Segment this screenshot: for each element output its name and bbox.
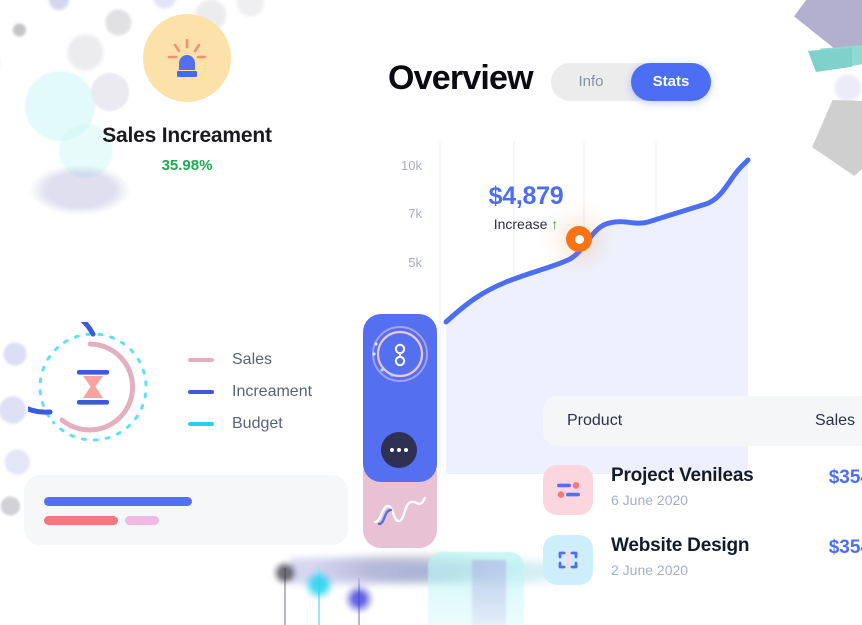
secondary-bar [44,516,118,525]
legend-item-budget: Budget [188,408,312,439]
legend-label-increament: Increament [232,382,313,400]
donut-sales-arc [59,341,136,433]
y-tick-10k: 10k [401,158,422,173]
budget-donut-chart [0,303,158,452]
legend-swatch-increament [188,389,214,394]
decor-lavender-column [472,560,506,625]
progress-bars-card [24,475,348,545]
bottom-haze [290,548,550,594]
legend-label-budget: Budget [232,414,283,432]
legend-swatch-budget [188,421,214,426]
legend-swatch-sales [188,357,214,362]
more-options-button[interactable] [381,432,417,468]
stat-card-title: Sales Increament [102,124,272,147]
dashboard-overview-screen: Sales Increament 35.98% Overview Info St… [0,0,862,625]
y-tick-7k: 7k [408,206,422,221]
paint-splatter-top-right [820,0,862,130]
chart-legend: Sales Increament Budget [188,344,312,440]
primary-bar [44,497,192,506]
legend-item-increament: Increament [188,376,312,407]
product-sales-value: $354 [828,467,862,488]
increase-arrow-icon: ↑ [551,216,559,232]
dandelion-artwork [268,556,568,625]
product-table-header: Product Sales [543,396,862,446]
view-toggle[interactable]: Info Stats [551,63,711,101]
toggle-option-info[interactable]: Info [551,63,631,101]
table-row[interactable]: Website Design 2 June 2020 $354 [543,535,862,601]
sliders-icon [543,465,593,515]
decor-cyan-column [428,552,524,625]
column-header-sales: Sales [815,412,856,429]
wave-line-icon [373,496,427,524]
column-header-product: Product [567,412,623,429]
siren-icon [143,14,231,102]
product-name: Website Design [611,535,750,556]
stat-card-percent: 35.98% [161,157,213,174]
page-title: Overview [388,59,534,97]
tertiary-bar [125,516,159,525]
fullscreen-icon [543,535,593,585]
decor-polygon-a [794,0,862,56]
product-date: 6 June 2020 [611,492,689,508]
decor-polygon-c [808,48,852,72]
product-name: Project Venileas [611,465,754,486]
legend-label-sales: Sales [232,350,273,368]
hourglass-icon [77,370,109,405]
product-sales-value: $354 [828,537,862,558]
chart-data-point-marker[interactable] [566,226,592,252]
y-tick-5k: 5k [408,255,422,270]
toggle-option-stats[interactable]: Stats [631,63,711,101]
chart-tooltip-label-text: Increase [493,216,548,232]
sales-increment-card: Sales Increament 35.98% [64,14,310,230]
product-date: 2 June 2020 [611,562,689,578]
chart-tooltip-value: $4,879 [488,182,564,210]
decor-polygon-b [820,44,862,70]
target-rings-icon [372,326,428,382]
legend-item-sales: Sales [188,344,312,375]
chart-y-axis: 10k 7k 5k [386,140,422,330]
donut-increament-arc [0,303,96,415]
table-row[interactable]: Project Venileas 6 June 2020 $354 [543,465,862,531]
